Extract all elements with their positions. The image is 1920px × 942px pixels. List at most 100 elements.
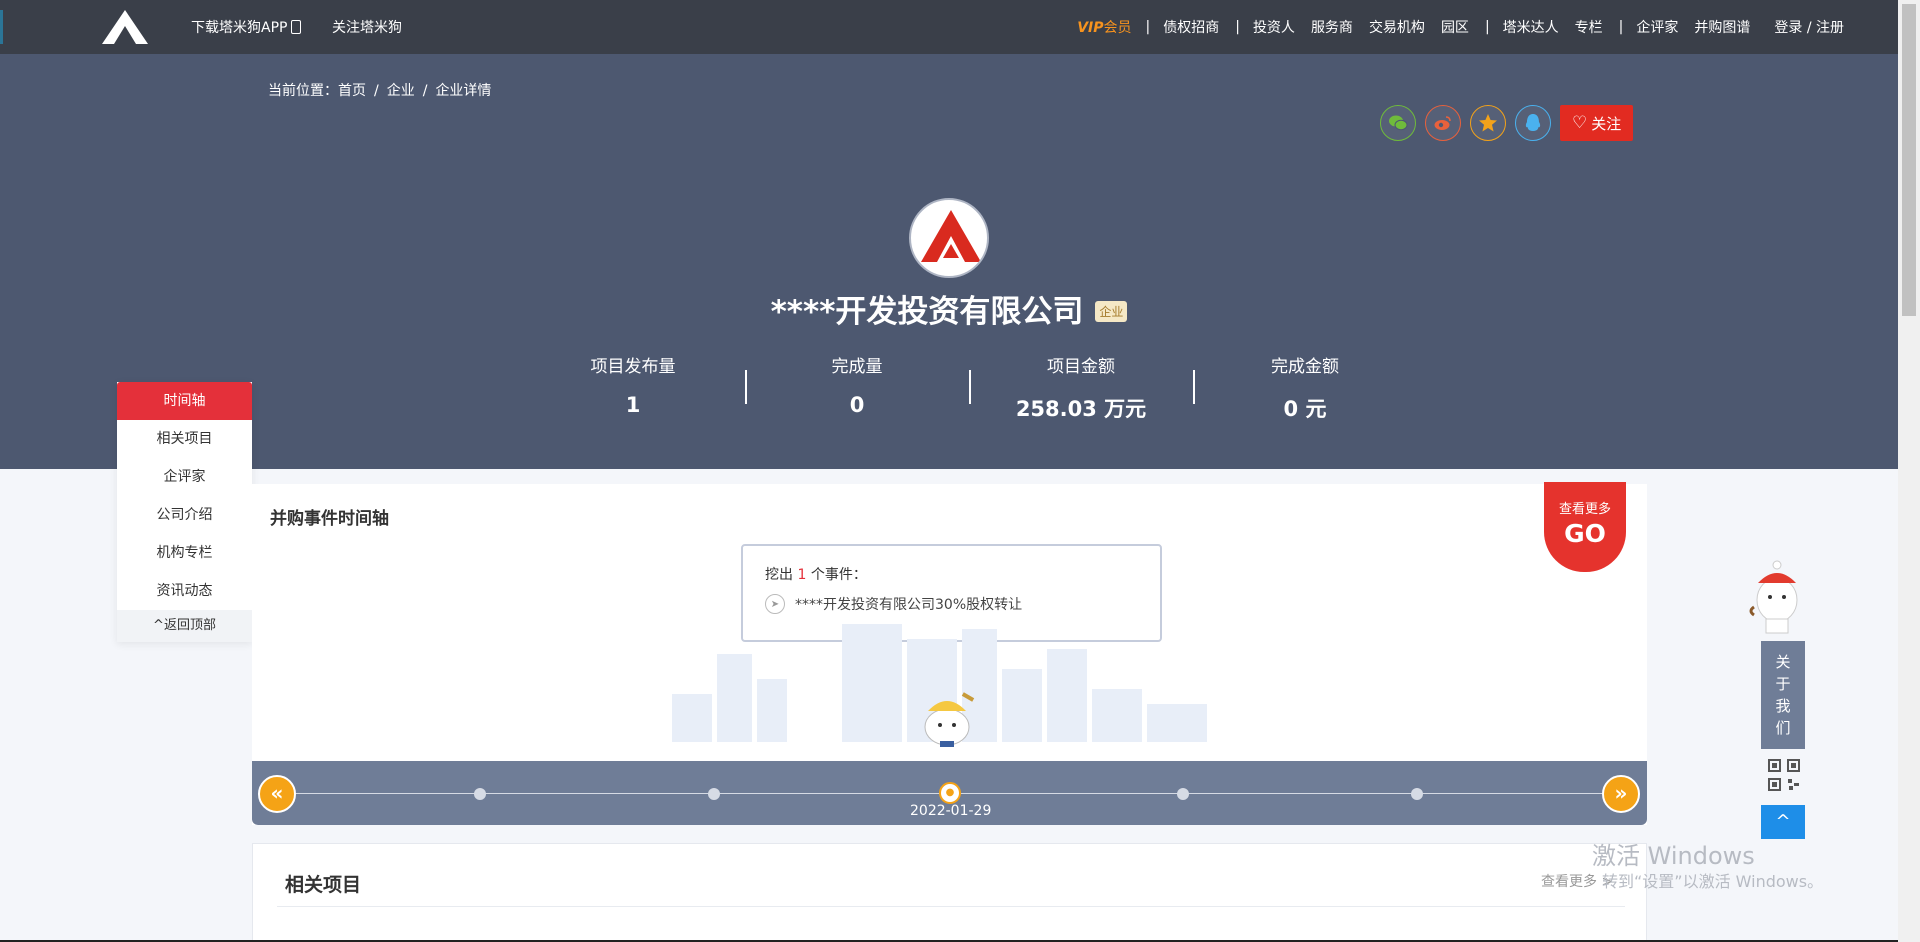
nav-separator: | xyxy=(1484,19,1490,35)
back-to-top-link[interactable]: ^返回顶部 xyxy=(117,610,252,642)
nav-item-park[interactable]: 园区 xyxy=(1441,17,1469,37)
section-title: 并购事件时间轴 xyxy=(270,509,389,529)
stat-value: 0 元 xyxy=(1283,397,1327,421)
vip-suffix: 会员 xyxy=(1103,20,1132,36)
tamigou-logo[interactable] xyxy=(100,8,150,46)
timeline-node[interactable] xyxy=(474,788,486,800)
star-icon[interactable] xyxy=(1470,105,1506,141)
nav-item-investor[interactable]: 投资人 xyxy=(1253,17,1295,37)
nav-item-evaluator[interactable]: 企评家 xyxy=(1636,17,1678,37)
company-type-badge: 企业 xyxy=(1095,301,1128,322)
sidenav-item-news[interactable]: 资讯动态 xyxy=(117,572,252,610)
company-logo xyxy=(909,198,989,278)
nav-item-expert[interactable]: 塔米达人 xyxy=(1503,17,1559,37)
main-nav: VIP会员 | 债权招商 | 投资人 服务商 交易机构 园区 | 塔米达人 专栏… xyxy=(1077,17,1844,37)
about-us-button[interactable]: 关 于 我 们 xyxy=(1761,641,1805,749)
vip-label: VIP xyxy=(1077,20,1104,36)
mascot-dog-icon xyxy=(1749,560,1798,634)
stat-label: 完成金额 xyxy=(1271,357,1339,377)
timeline-next-button[interactable]: » xyxy=(1602,775,1640,813)
section-title: 相关项目 xyxy=(285,874,362,896)
timeline-node[interactable] xyxy=(1177,788,1189,800)
sidenav-item-timeline[interactable]: 时间轴 xyxy=(117,382,252,420)
breadcrumb-separator: / xyxy=(422,83,428,99)
company-stats: 项目发布量 1 完成量 0 项目金额 258.03 万元 完成金额 0 元 xyxy=(521,352,1417,423)
related-projects-section: 相关项目 查看更多 > xyxy=(252,843,1647,942)
timeline-bar: « ● 2022-01-29 » xyxy=(252,761,1647,825)
nav-item-column[interactable]: 专栏 xyxy=(1575,17,1603,37)
divider xyxy=(277,906,1625,907)
page-scrollbar[interactable] xyxy=(1898,0,1920,942)
view-more-label: 查看更多 xyxy=(1558,502,1611,517)
timeline-current-node[interactable]: ● xyxy=(939,782,961,804)
nav-item-graph[interactable]: 并购图谱 xyxy=(1694,17,1750,37)
follow-company-button[interactable]: ♡ 关注 xyxy=(1560,105,1634,141)
go-label: GO xyxy=(1564,519,1606,548)
phone-icon xyxy=(291,20,302,34)
window-edge xyxy=(0,10,6,44)
view-more-go-button[interactable]: 查看更多 GO xyxy=(1544,482,1626,572)
windows-activation-title: 激活 Windows xyxy=(1592,842,1755,870)
heart-icon: ♡ xyxy=(1572,113,1588,133)
wechat-icon[interactable] xyxy=(1380,105,1416,141)
stat-completed-amount: 完成金额 0 元 xyxy=(1193,352,1417,423)
stat-completed: 完成量 0 xyxy=(745,352,969,423)
breadcrumb-current: 企业详情 xyxy=(435,83,492,99)
about-char: 于 xyxy=(1775,675,1791,693)
sidenav-item-related-projects[interactable]: 相关项目 xyxy=(117,420,252,458)
event-item[interactable]: ➤ ****开发投资有限公司30%股权转让 xyxy=(765,594,1138,614)
stat-value: 258.03 万元 xyxy=(1015,397,1147,421)
stat-value: 0 xyxy=(849,393,865,417)
event-count-prefix: 挖出 xyxy=(765,567,793,583)
vip-link[interactable]: VIP会员 xyxy=(1077,17,1131,37)
top-navbar: 下载塔米狗APP 关注塔米狗 VIP会员 | 债权招商 | 投资人 服务商 交易… xyxy=(0,0,1898,54)
company-name-row: ****开发投资有限公司 企业 xyxy=(0,286,1898,331)
follow-tamigou-link[interactable]: 关注塔米狗 xyxy=(332,17,402,37)
scroll-top-button[interactable]: ^ xyxy=(1761,805,1805,839)
sidenav-item-evaluator[interactable]: 企评家 xyxy=(117,458,252,496)
download-app-link[interactable]: 下载塔米狗APP xyxy=(191,17,302,37)
timeline-prev-button[interactable]: « xyxy=(258,775,296,813)
breadcrumb: 当前位置：首页 / 企业 / 企业详情 xyxy=(268,80,491,100)
nav-separator: | xyxy=(1145,19,1151,35)
breadcrumb-home[interactable]: 首页 xyxy=(338,83,366,99)
timeline-node[interactable] xyxy=(1411,788,1423,800)
nav-item-debt[interactable]: 债权招商 xyxy=(1163,17,1219,37)
nav-separator: | xyxy=(1618,19,1624,35)
floating-widget: 关 于 我 们 ^ xyxy=(1744,555,1806,839)
timeline-section: 并购事件时间轴 查看更多 GO 挖出 1 个事件： ➤ ****开发投资有限公司… xyxy=(252,482,1647,825)
stat-label: 项目金额 xyxy=(1047,357,1115,377)
stat-published: 项目发布量 1 xyxy=(521,352,745,423)
event-count-suffix: 个事件： xyxy=(810,567,867,583)
timeline-current-date: 2022-01-29 xyxy=(910,803,992,819)
breadcrumb-separator: / xyxy=(374,83,379,99)
event-count-text: 挖出 1 个事件： xyxy=(765,564,1138,584)
event-title: ****开发投资有限公司30%股权转让 xyxy=(795,597,1023,613)
about-char: 们 xyxy=(1775,719,1791,737)
qq-icon[interactable] xyxy=(1515,105,1551,141)
login-register-link[interactable]: 登录 / 注册 xyxy=(1774,17,1844,37)
follow-label: 关注 xyxy=(1591,114,1622,133)
company-banner: 当前位置：首页 / 企业 / 企业详情 ♡ 关注 ****开发投资有限公司 企业 项目发布量… xyxy=(0,54,1898,469)
scrollbar-thumb[interactable] xyxy=(1902,4,1916,316)
about-char: 关 xyxy=(1775,653,1791,671)
qr-code-icon[interactable] xyxy=(1768,759,1800,791)
stat-value: 1 xyxy=(625,393,641,417)
nav-item-exchange[interactable]: 交易机构 xyxy=(1369,17,1425,37)
stat-label: 项目发布量 xyxy=(590,357,676,377)
stat-label: 完成量 xyxy=(831,357,883,377)
mascot-dog-illustration xyxy=(924,692,975,747)
sidenav-item-company-intro[interactable]: 公司介绍 xyxy=(117,496,252,534)
windows-activation-hint: 转到“设置”以激活 Windows。 xyxy=(1602,872,1824,891)
nav-separator: | xyxy=(1235,19,1240,35)
about-char: 我 xyxy=(1775,697,1791,715)
breadcrumb-prefix: 当前位置： xyxy=(268,83,338,99)
event-count: 1 xyxy=(797,567,807,583)
share-bar: ♡ 关注 xyxy=(1380,105,1634,141)
weibo-icon[interactable] xyxy=(1425,105,1461,141)
breadcrumb-enterprise[interactable]: 企业 xyxy=(387,83,415,99)
sidenav-item-org-column[interactable]: 机构专栏 xyxy=(117,534,252,572)
nav-item-service[interactable]: 服务商 xyxy=(1311,17,1353,37)
timeline-node[interactable] xyxy=(708,788,720,800)
stat-project-amount: 项目金额 258.03 万元 xyxy=(969,352,1193,423)
